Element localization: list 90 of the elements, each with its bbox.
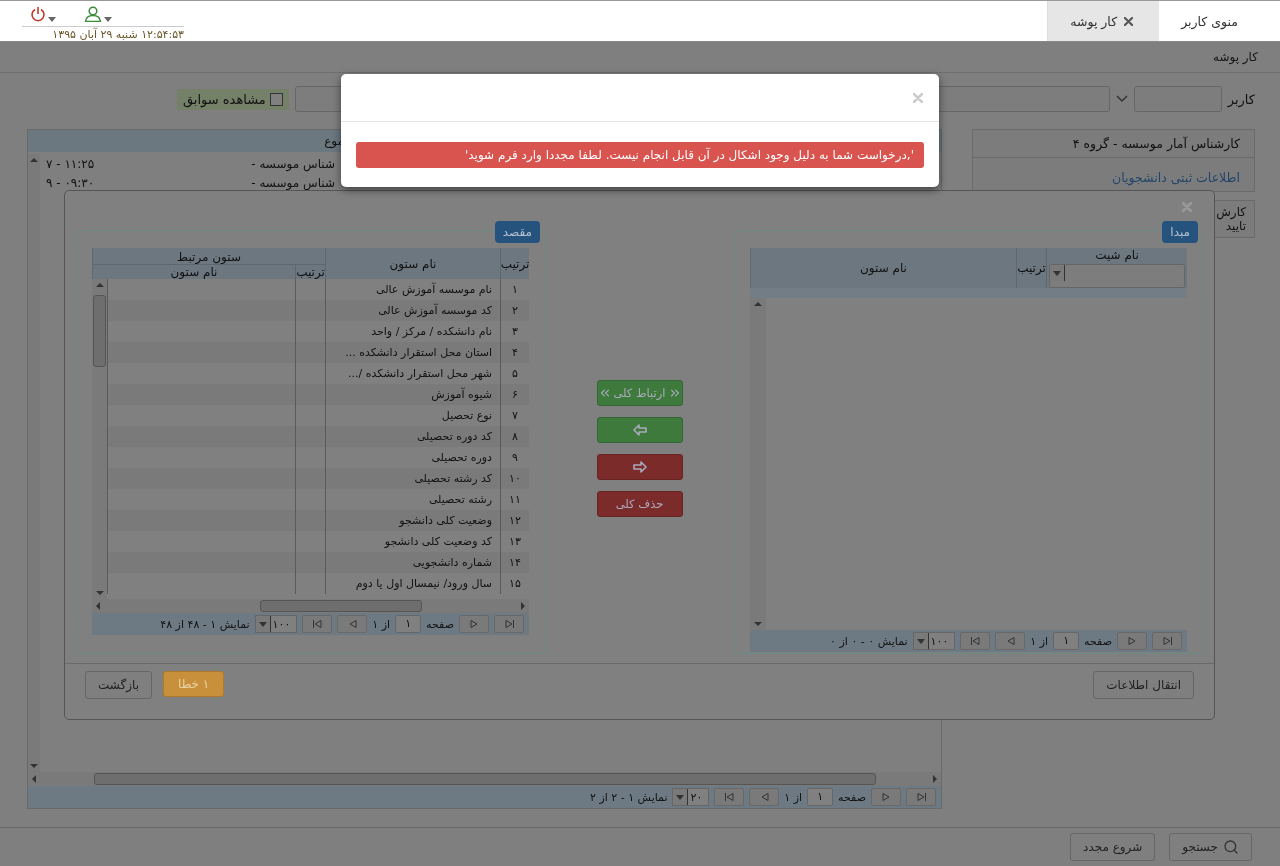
page-step-button[interactable] bbox=[995, 632, 1026, 650]
user-icon[interactable] bbox=[84, 5, 102, 22]
caret-icon bbox=[916, 638, 925, 644]
table-cell-text: ۱۱:۲۵ - ۷ bbox=[45, 156, 96, 171]
page-input[interactable]: ۱ bbox=[807, 788, 834, 806]
search-icon bbox=[1223, 839, 1239, 855]
column-header: ترتیب bbox=[500, 256, 530, 271]
caret-icon bbox=[676, 794, 685, 800]
power-icon[interactable] bbox=[30, 5, 46, 22]
column-header: ترتیب bbox=[1017, 261, 1046, 275]
horizontal-scrollbar[interactable] bbox=[28, 772, 941, 786]
triangle-bar-icon bbox=[311, 619, 323, 629]
page-count: از ۱ bbox=[784, 790, 803, 804]
top-tab[interactable]: کار پوشه bbox=[1047, 1, 1160, 41]
page-end-button[interactable] bbox=[714, 788, 745, 806]
column-header: ترتیب bbox=[296, 265, 325, 279]
history-checkbox[interactable] bbox=[269, 92, 283, 106]
user-label: کاربر bbox=[1227, 91, 1255, 107]
table-cell: شناس موسسه - bbox=[251, 175, 335, 190]
page-end-button[interactable] bbox=[494, 615, 524, 633]
page-label: صفحه bbox=[838, 790, 866, 804]
remove-button[interactable] bbox=[596, 454, 683, 480]
breadcrumb-text: کار پوشه bbox=[1213, 50, 1258, 64]
close-icon[interactable] bbox=[1124, 16, 1134, 26]
page-end-button[interactable] bbox=[1152, 632, 1182, 650]
triangle-icon bbox=[468, 619, 480, 629]
table-cell: سال ورود/ نیمسال اول یا دوم bbox=[325, 573, 500, 594]
sheet-select[interactable] bbox=[1049, 264, 1185, 288]
table-cell-text: ۰۹:۳۰ - ۹ bbox=[45, 175, 96, 190]
panel-badge: مقصد bbox=[494, 221, 540, 243]
chevron-down-icon[interactable] bbox=[1115, 95, 1128, 103]
horizontal-scrollbar[interactable] bbox=[92, 599, 529, 613]
page-count: از ۱ bbox=[1030, 634, 1049, 648]
panel-link[interactable]: اطلاعات ثبتی دانشجویان bbox=[973, 158, 1254, 191]
page-step-button[interactable] bbox=[459, 615, 489, 633]
triangle-bar-icon bbox=[503, 619, 515, 629]
column-header: نام ستون bbox=[170, 265, 218, 279]
add-button[interactable] bbox=[596, 417, 683, 443]
checkbox-label: مشاهده سوابق bbox=[182, 91, 266, 107]
arrow-left-icon bbox=[632, 424, 647, 436]
page-input[interactable]: ۱ bbox=[1053, 632, 1080, 650]
page-summary: نمایش ۱ - ۲ از ۲ bbox=[590, 790, 668, 804]
vertical-scrollbar[interactable] bbox=[92, 279, 107, 599]
page-count: از ۱ bbox=[372, 617, 391, 631]
triangle-bar-icon bbox=[723, 792, 735, 802]
caret-icon bbox=[1053, 270, 1061, 276]
page-step-button[interactable] bbox=[1117, 632, 1147, 650]
panel-title: کارشناس آمار موسسه - گروه ۴ bbox=[973, 130, 1254, 158]
page-size-select[interactable]: ۲۰ bbox=[672, 788, 710, 806]
transfer-button[interactable]: انتقال اطلاعات bbox=[1093, 671, 1194, 699]
restart-button[interactable]: شروع مجدد bbox=[1070, 833, 1156, 861]
table-cell: شناس موسسه - bbox=[251, 156, 335, 171]
column-header: ستون مرتبط bbox=[177, 250, 241, 264]
panel-badge: مبدا bbox=[1162, 221, 1198, 243]
caret-icon bbox=[104, 16, 112, 22]
page-end-button[interactable] bbox=[960, 632, 991, 650]
top-tab[interactable]: منوی کاربر bbox=[1159, 1, 1264, 41]
page-summary: نمایش ۰ - ۰ از ۰ bbox=[830, 634, 908, 648]
datetime-text: ۱۲:۵۴:۵۳ شنبه ۲۹ آبان ۱۳۹۵ bbox=[51, 27, 184, 41]
caret-icon bbox=[258, 621, 267, 627]
page-label: صفحه bbox=[426, 617, 454, 631]
remove-all-button[interactable]: حذف کلی bbox=[596, 491, 683, 517]
page-end-button[interactable] bbox=[302, 615, 333, 633]
back-button[interactable]: بازگشت bbox=[85, 671, 152, 699]
vertical-scrollbar[interactable] bbox=[28, 154, 40, 772]
triangle-icon bbox=[880, 792, 892, 802]
column-header: نام ستون bbox=[389, 256, 437, 271]
page-input[interactable]: ۱ bbox=[395, 615, 422, 633]
page-step-button[interactable] bbox=[749, 788, 780, 806]
search-button[interactable]: جستجو bbox=[1169, 833, 1252, 861]
link-all-button[interactable]: ارتباط کلی bbox=[596, 380, 683, 406]
page-step-button[interactable] bbox=[337, 615, 368, 633]
table-cell: ۱۵ bbox=[500, 573, 529, 594]
page-label: صفحه bbox=[1084, 634, 1112, 648]
triangle-bar-icon bbox=[915, 792, 927, 802]
page-end-button[interactable] bbox=[906, 788, 936, 806]
page-summary: نمایش ۱ - ۴۸ از ۴۸ bbox=[160, 617, 250, 631]
column-header: نام ستون bbox=[860, 261, 907, 275]
triangle-bar-icon bbox=[1161, 636, 1173, 646]
triangle-icon bbox=[1126, 636, 1138, 646]
page-size-select[interactable]: ۱۰۰ bbox=[912, 632, 956, 650]
vertical-scrollbar[interactable] bbox=[750, 298, 766, 630]
error-message: ',درخواست شما به دلیل وجود اشکال در آن قابل انجام نیست. لطفا مجددا وارد فرم شوید' bbox=[356, 142, 924, 168]
column-header: نام شیت bbox=[1095, 248, 1139, 262]
user-field[interactable] bbox=[1133, 86, 1222, 112]
caret-icon bbox=[48, 16, 56, 22]
triangle-bar-icon bbox=[969, 636, 981, 646]
page-step-button[interactable] bbox=[871, 788, 901, 806]
page-size-select[interactable]: ۱۰۰ bbox=[254, 615, 298, 633]
arrow-right-icon bbox=[632, 461, 647, 473]
